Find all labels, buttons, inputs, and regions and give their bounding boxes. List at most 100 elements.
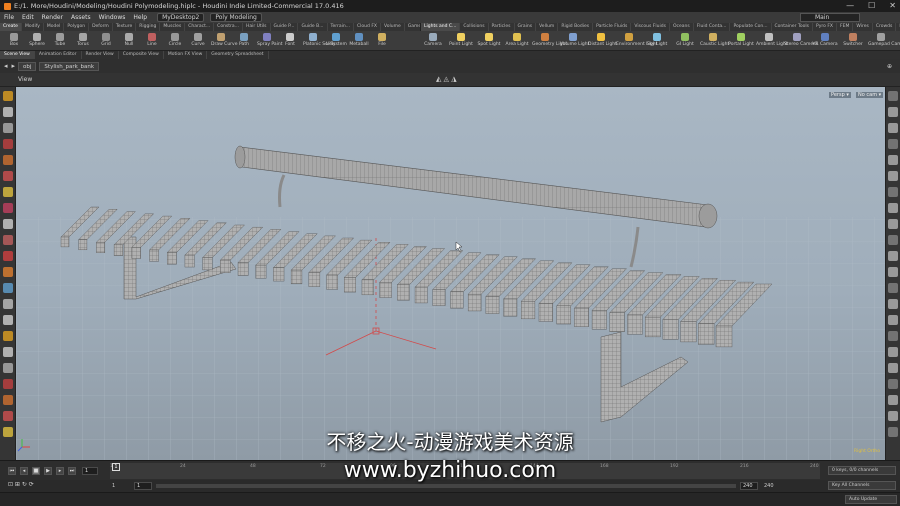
shelf-tab-terrain[interactable]: Terrain... <box>328 23 355 31</box>
shelf-tab-fluid-conta[interactable]: Fluid Conta... <box>694 23 731 31</box>
view-tools-icon[interactable]: ◭ ◬ ◮ <box>436 75 457 83</box>
pane-tab-motion-fx-view[interactable]: Motion FX View <box>164 51 208 59</box>
tool-sky-light[interactable]: Sky Light <box>644 32 670 50</box>
menu-assets[interactable]: Assets <box>67 14 95 21</box>
tool-circle[interactable]: Circle <box>165 32 185 50</box>
back-arrow-icon[interactable]: ◂ <box>4 62 8 70</box>
right-tool-3-icon[interactable] <box>888 139 898 149</box>
tool-switcher[interactable]: Switcher <box>840 32 866 50</box>
left-tool-1-icon[interactable] <box>3 107 13 117</box>
shelf-tab-populate-con[interactable]: Populate Con... <box>730 23 772 31</box>
left-tool-17-icon[interactable] <box>3 363 13 373</box>
shelf-tab-hair-utils[interactable]: Hair Utils <box>243 23 271 31</box>
right-tool-17-icon[interactable] <box>888 363 898 373</box>
right-tool-6-icon[interactable] <box>888 187 898 197</box>
left-tool-18-icon[interactable] <box>3 379 13 389</box>
shelf-tab-deform[interactable]: Deform <box>89 23 113 31</box>
left-tool-4-icon[interactable] <box>3 155 13 165</box>
right-tool-2-icon[interactable] <box>888 123 898 133</box>
right-tool-4-icon[interactable] <box>888 155 898 165</box>
tool-metaball[interactable]: Metaball <box>349 32 369 50</box>
right-tool-13-icon[interactable] <box>888 299 898 309</box>
right-tool-8-icon[interactable] <box>888 219 898 229</box>
tool-null[interactable]: Null <box>119 32 139 50</box>
right-tool-1-icon[interactable] <box>888 107 898 117</box>
left-tool-12-icon[interactable] <box>3 283 13 293</box>
tool-spot-light[interactable]: Spot Light <box>476 32 502 50</box>
tool-draw-curve[interactable]: Draw Curve <box>211 32 237 50</box>
menu-edit[interactable]: Edit <box>18 14 38 21</box>
right-tool-16-icon[interactable] <box>888 347 898 357</box>
range-slider[interactable] <box>156 484 736 488</box>
tool-grid[interactable]: Grid <box>96 32 116 50</box>
desktop-selector[interactable]: MyDesktop2 <box>157 13 205 22</box>
shelf-tab-model[interactable]: Model <box>44 23 65 31</box>
right-tool-20-icon[interactable] <box>888 411 898 421</box>
shelf-tab-wires[interactable]: Wires <box>853 23 873 31</box>
left-tool-13-icon[interactable] <box>3 299 13 309</box>
pane-tab-scene-view[interactable]: Scene View <box>0 51 35 59</box>
right-tool-15-icon[interactable] <box>888 331 898 341</box>
tool-point-light[interactable]: Point Light <box>448 32 474 50</box>
main-selector[interactable]: Main <box>800 13 860 22</box>
tool-caustic-light[interactable]: Caustic Light <box>700 32 729 50</box>
shelf-tab-charact[interactable]: Charact... <box>185 23 215 31</box>
left-tool-7-icon[interactable] <box>3 203 13 213</box>
left-tool-9-icon[interactable] <box>3 235 13 245</box>
tool-area-light[interactable]: Area Light <box>504 32 530 50</box>
shelf-tab-fem[interactable]: FEM <box>837 23 854 31</box>
tool-stereo-camera[interactable]: Stereo Camera <box>784 32 818 50</box>
shelf-tab-viscous-fluids[interactable]: Viscous Fluids <box>631 23 670 31</box>
right-tool-5-icon[interactable] <box>888 171 898 181</box>
shelf-tab-guide-p[interactable]: Guide P... <box>271 23 299 31</box>
shelf-tab-polygon[interactable]: Polygon <box>64 23 90 31</box>
right-tool-7-icon[interactable] <box>888 203 898 213</box>
menu-windows[interactable]: Windows <box>95 14 130 21</box>
right-tool-14-icon[interactable] <box>888 315 898 325</box>
tool-portal-light[interactable]: Portal Light <box>728 32 754 50</box>
right-tool-9-icon[interactable] <box>888 235 898 245</box>
tool-font[interactable]: Font <box>280 32 300 50</box>
shelf-tab-create[interactable]: Create <box>0 23 22 31</box>
scene-viewport[interactable]: Persp ▾ No cam ▾ Right Ortho <box>16 87 885 460</box>
tool-camera[interactable]: Camera <box>420 32 446 50</box>
left-tool-3-icon[interactable] <box>3 139 13 149</box>
left-tool-5-icon[interactable] <box>3 171 13 181</box>
shelf-tab-volume[interactable]: Volume <box>381 23 405 31</box>
left-tool-11-icon[interactable] <box>3 267 13 277</box>
shelf-tab-vellum[interactable]: Vellum <box>536 23 559 31</box>
tool-ambient-light[interactable]: Ambient Light <box>756 32 788 50</box>
shelf-tab-container-tools[interactable]: Container Tools <box>772 23 814 31</box>
breadcrumb-node[interactable]: Stylish_park_bank <box>39 61 100 71</box>
tool-volume-light[interactable]: Volume Light <box>560 32 589 50</box>
tool-sphere[interactable]: Sphere <box>27 32 47 50</box>
left-tool-6-icon[interactable] <box>3 187 13 197</box>
left-tool-14-icon[interactable] <box>3 315 13 325</box>
menu-render[interactable]: Render <box>38 14 67 21</box>
left-tool-15-icon[interactable] <box>3 331 13 341</box>
pane-tab-animation-editor[interactable]: Animation Editor <box>35 51 82 59</box>
shelf-tab-game-de[interactable]: Game De... <box>405 23 420 31</box>
left-tool-2-icon[interactable] <box>3 123 13 133</box>
right-tool-12-icon[interactable] <box>888 283 898 293</box>
tool-distant-light[interactable]: Distant Light <box>588 32 617 50</box>
tool-gi-light[interactable]: GI Light <box>672 32 698 50</box>
maximize-button[interactable]: ☐ <box>868 1 875 10</box>
left-tool-19-icon[interactable] <box>3 395 13 405</box>
tool-tube[interactable]: Tube <box>50 32 70 50</box>
auto-update-button[interactable]: Auto Update <box>845 495 897 504</box>
tool-curve[interactable]: Curve <box>188 32 208 50</box>
end-frame-field[interactable]: 240 <box>740 482 758 490</box>
shelf-tab-pyro-fx[interactable]: Pyro FX <box>813 23 838 31</box>
right-tool-11-icon[interactable] <box>888 267 898 277</box>
tool-spray-paint[interactable]: Spray Paint <box>257 32 283 50</box>
left-tool-8-icon[interactable] <box>3 219 13 229</box>
tool-file[interactable]: File <box>372 32 392 50</box>
close-button[interactable]: ✕ <box>889 1 896 10</box>
shelf-tab-rigging[interactable]: Rigging <box>136 23 161 31</box>
tool-l-system[interactable]: L-System <box>326 32 347 50</box>
pane-tab-render-view[interactable]: Render View <box>82 51 119 59</box>
shelf-tab-lights-and-c[interactable]: Lights and C... <box>421 23 461 31</box>
shelf-tab-particle-fluids[interactable]: Particle Fluids <box>593 23 632 31</box>
right-tool-19-icon[interactable] <box>888 395 898 405</box>
